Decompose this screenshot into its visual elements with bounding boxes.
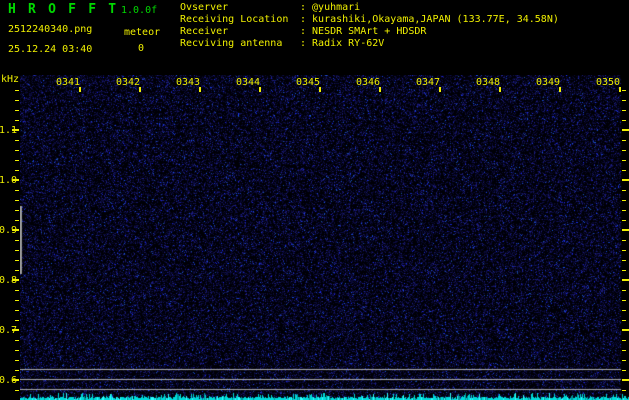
freq-minor-tick-right <box>622 200 626 201</box>
freq-minor-tick-right <box>622 120 626 121</box>
time-tick-label: 0349 <box>535 77 561 88</box>
freq-minor-tick-right <box>622 240 626 241</box>
freq-minor-tick-right <box>622 170 626 171</box>
time-minute-tick <box>499 87 501 92</box>
freq-minor-tick-right <box>622 390 626 391</box>
freq-minor-tick-right <box>622 210 626 211</box>
time-tick-label: 0346 <box>355 77 381 88</box>
freq-minor-tick-left <box>15 160 19 161</box>
freq-minor-tick-left <box>15 240 19 241</box>
freq-minor-tick-left <box>15 250 19 251</box>
freq-minor-tick-right <box>622 100 626 101</box>
freq-major-tick-right <box>622 129 629 131</box>
freq-major-tick-right <box>622 379 629 381</box>
freq-minor-tick-left <box>15 340 19 341</box>
freq-minor-tick-right <box>622 190 626 191</box>
freq-minor-tick-right <box>622 370 626 371</box>
axis-layer: 1.1 1.0 0.9 0.8 0.7 0.6 0341 0342 0343 0344 0345 03… <box>0 0 629 400</box>
freq-minor-tick-right <box>622 340 626 341</box>
freq-minor-tick-left <box>15 310 19 311</box>
time-tick-label: 0347 <box>415 77 441 88</box>
freq-minor-tick-left <box>15 200 19 201</box>
freq-minor-tick-left <box>15 270 19 271</box>
time-minute-tick <box>319 87 321 92</box>
freq-minor-tick-right <box>622 140 626 141</box>
freq-minor-tick-left <box>15 290 19 291</box>
time-tick-label: 0341 <box>55 77 81 88</box>
freq-minor-tick-right <box>622 320 626 321</box>
freq-major-tick-right <box>622 229 629 231</box>
freq-major-tick-left <box>12 279 19 281</box>
freq-minor-tick-left <box>15 350 19 351</box>
freq-major-tick-left <box>12 229 19 231</box>
time-minute-tick <box>619 87 621 92</box>
time-minute-tick <box>139 87 141 92</box>
freq-major-tick-left <box>12 329 19 331</box>
freq-minor-tick-right <box>622 220 626 221</box>
freq-minor-tick-left <box>15 260 19 261</box>
time-tick-label: 0344 <box>235 77 261 88</box>
freq-minor-tick-left <box>15 370 19 371</box>
time-minute-tick <box>259 87 261 92</box>
freq-minor-tick-left <box>15 220 19 221</box>
freq-minor-tick-left <box>15 110 19 111</box>
freq-minor-tick-left <box>15 140 19 141</box>
time-tick-label: 0343 <box>175 77 201 88</box>
freq-major-tick-left <box>12 129 19 131</box>
freq-minor-tick-left <box>15 190 19 191</box>
freq-minor-tick-left <box>15 320 19 321</box>
freq-minor-tick-left <box>15 300 19 301</box>
freq-minor-tick-right <box>622 250 626 251</box>
freq-minor-tick-right <box>622 300 626 301</box>
freq-minor-tick-left <box>15 90 19 91</box>
freq-minor-tick-left <box>15 210 19 211</box>
hrofft-window: H R O F F T 1.0.0f 2512240340.png meteor… <box>0 0 629 400</box>
time-tick-label: 0350 <box>595 77 621 88</box>
time-minute-tick <box>439 87 441 92</box>
time-minute-tick <box>199 87 201 92</box>
freq-minor-tick-right <box>622 90 626 91</box>
freq-minor-tick-left <box>15 170 19 171</box>
freq-minor-tick-right <box>622 260 626 261</box>
time-minute-tick <box>379 87 381 92</box>
time-tick-label: 0345 <box>295 77 321 88</box>
freq-major-tick-left <box>12 179 19 181</box>
time-tick-label: 0348 <box>475 77 501 88</box>
time-minute-tick <box>559 87 561 92</box>
freq-minor-tick-right <box>622 110 626 111</box>
freq-major-tick-right <box>622 329 629 331</box>
freq-minor-tick-left <box>15 120 19 121</box>
freq-minor-tick-right <box>622 360 626 361</box>
freq-minor-tick-left <box>15 100 19 101</box>
freq-minor-tick-right <box>622 270 626 271</box>
freq-major-tick-right <box>622 279 629 281</box>
freq-minor-tick-right <box>622 150 626 151</box>
freq-minor-tick-right <box>622 350 626 351</box>
time-tick-label: 0342 <box>115 77 141 88</box>
freq-major-tick-right <box>622 179 629 181</box>
time-minute-tick <box>79 87 81 92</box>
freq-minor-tick-left <box>15 150 19 151</box>
freq-minor-tick-left <box>15 390 19 391</box>
freq-major-tick-left <box>12 379 19 381</box>
freq-minor-tick-right <box>622 290 626 291</box>
freq-minor-tick-right <box>622 310 626 311</box>
freq-minor-tick-right <box>622 160 626 161</box>
freq-minor-tick-left <box>15 360 19 361</box>
